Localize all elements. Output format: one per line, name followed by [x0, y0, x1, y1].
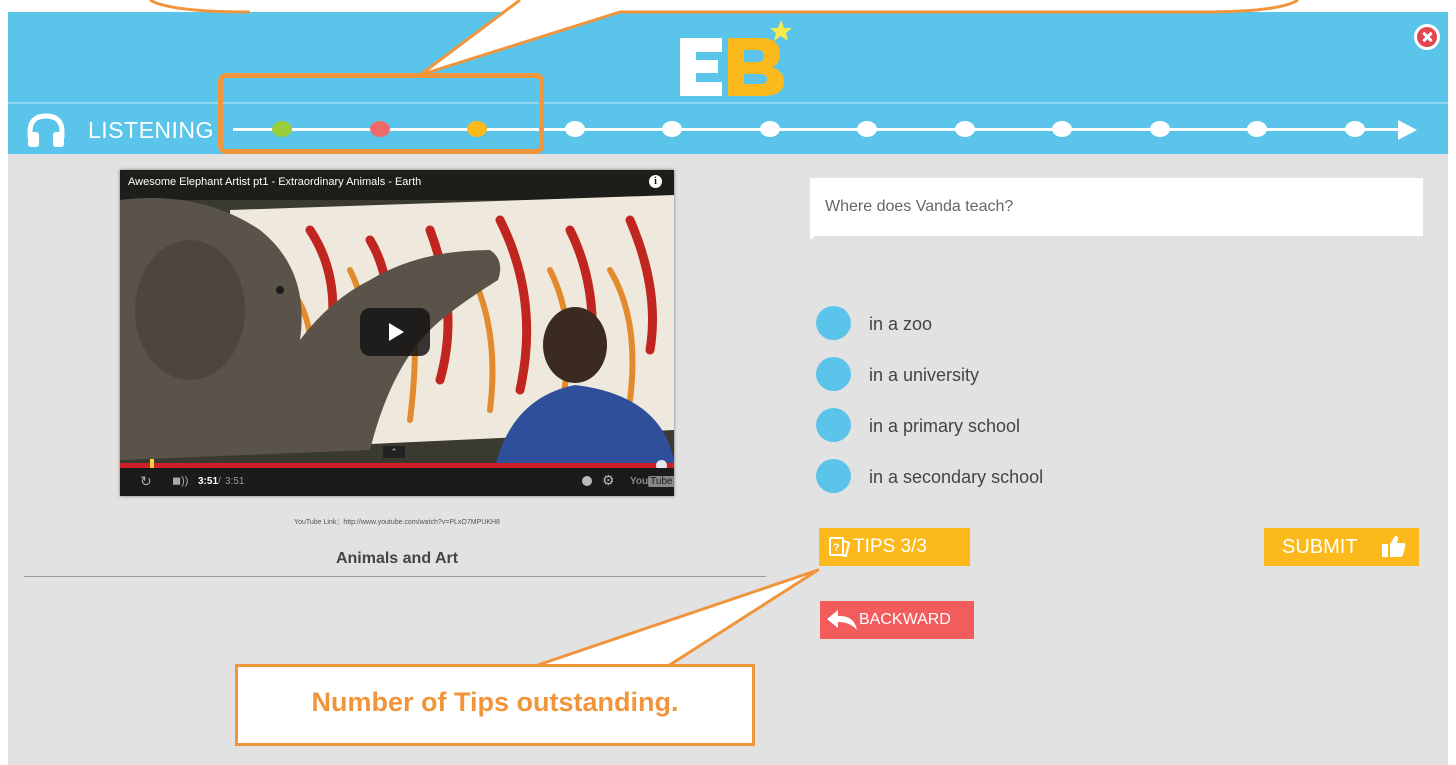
- progress-step-1: [272, 121, 292, 137]
- volume-icon[interactable]: ◼)): [172, 474, 188, 487]
- progress-step-4: [564, 121, 585, 137]
- question-text: Where does Vanda teach?: [825, 198, 1014, 215]
- close-icon: [1417, 27, 1437, 47]
- divider: [24, 576, 766, 577]
- video-player[interactable]: Awesome Elephant Artist pt1 - Extraordin…: [120, 170, 674, 496]
- annotations-icon[interactable]: [582, 476, 592, 486]
- info-icon[interactable]: i: [649, 175, 662, 188]
- tips-label: TIPS 3/3: [853, 536, 927, 557]
- section-label: LISTENING: [88, 117, 214, 143]
- time-current: 3:51: [198, 476, 219, 487]
- answer-option-2[interactable]: in a university: [816, 357, 1056, 393]
- tips-cards-icon: ?: [829, 537, 851, 557]
- headphones-icon: [27, 113, 65, 147]
- lesson-title: Animals and Art: [335, 550, 459, 567]
- progress-step-7: [857, 121, 877, 137]
- progress-step-3: [467, 121, 487, 137]
- video-title: Awesome Elephant Artist pt1 - Extraordin…: [128, 176, 422, 188]
- gear-icon[interactable]: ⚙: [602, 472, 615, 489]
- video-control-bar: ↻ ◼)) 3:51 / 3:51 ⚙ You Tube: [120, 468, 674, 496]
- progress-arrow-icon: [1398, 120, 1417, 140]
- submit-label: SUBMIT: [1282, 536, 1358, 558]
- close-button[interactable]: [1414, 24, 1440, 50]
- exercise-screen: LISTENING Awesome Elephant Artist pt1 - …: [8, 12, 1448, 765]
- backward-button[interactable]: BACKWARD: [820, 601, 974, 639]
- progress-step-9: [1052, 121, 1072, 137]
- progress-step-10: [1149, 121, 1170, 137]
- answer-option-4[interactable]: in a secondary school: [816, 459, 1106, 495]
- backward-label: BACKWARD: [859, 611, 951, 628]
- radio-button[interactable]: [816, 357, 851, 391]
- progress-step-11: [1247, 121, 1267, 137]
- app-header: [8, 12, 1448, 102]
- youtube-logo[interactable]: You Tube: [630, 476, 674, 487]
- option-label: in a secondary school: [869, 467, 1044, 487]
- progress-strip: LISTENING: [8, 102, 1448, 154]
- svg-text:?: ?: [833, 542, 840, 554]
- option-label: in a university: [869, 365, 980, 385]
- progress-track: [233, 128, 1408, 131]
- tips-button[interactable]: ? TIPS 3/3: [819, 528, 970, 566]
- play-button[interactable]: [360, 308, 430, 356]
- back-arrow-icon: [827, 610, 857, 630]
- option-label: in a primary school: [869, 416, 1021, 436]
- progress-step-2: [369, 121, 390, 137]
- submit-button[interactable]: SUBMIT: [1264, 528, 1419, 566]
- expand-icon[interactable]: ⌃: [383, 446, 405, 458]
- progress-step-5: [662, 121, 682, 137]
- question-bubble: Where does Vanda teach?: [810, 178, 1423, 236]
- radio-button[interactable]: [816, 408, 851, 442]
- answer-option-1[interactable]: in a zoo: [816, 306, 1016, 342]
- progress-step-8: [954, 121, 975, 137]
- question-bubble-tail: [810, 234, 818, 240]
- progress-step-6: [759, 121, 780, 137]
- radio-button[interactable]: [816, 306, 851, 340]
- thumbs-up-icon: [1382, 535, 1406, 557]
- progress-step-12: [1344, 121, 1365, 137]
- replay-icon[interactable]: ↻: [140, 473, 152, 490]
- option-label: in a zoo: [869, 314, 933, 334]
- radio-button[interactable]: [816, 459, 851, 493]
- time-separator: /: [218, 476, 221, 487]
- answer-option-3[interactable]: in a primary school: [816, 408, 1076, 444]
- time-total: 3:51: [225, 476, 245, 487]
- youtube-link[interactable]: YouTube Link：http://www.youtube.com/watc…: [120, 517, 674, 527]
- eb-logo: [680, 20, 792, 96]
